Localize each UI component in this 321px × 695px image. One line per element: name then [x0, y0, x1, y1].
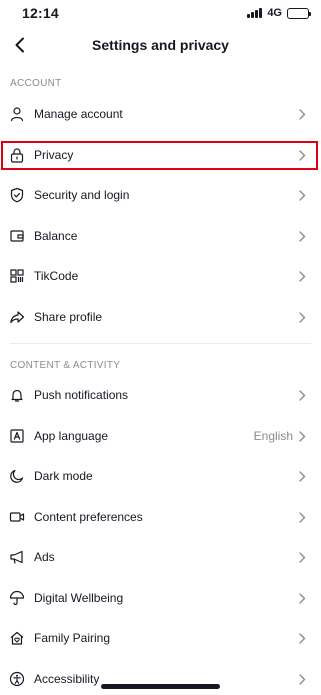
language-icon: [9, 428, 25, 444]
cellular-signal-icon: [247, 8, 263, 18]
chevron-right-icon: [297, 389, 307, 401]
wallet-icon: [9, 228, 25, 244]
settings-item-balance[interactable]: Balance: [0, 216, 321, 256]
settings-item-label: Dark mode: [34, 469, 93, 483]
settings-item-label: Balance: [34, 229, 78, 243]
settings-item-label: TikCode: [34, 269, 79, 283]
video-icon: [9, 509, 25, 525]
home-heart-icon: [9, 630, 25, 646]
chevron-right-icon: [297, 311, 307, 323]
accessibility-icon: [9, 671, 25, 687]
settings-item-content-preferences[interactable]: Content preferences: [0, 497, 321, 537]
section-divider: [10, 343, 311, 344]
chevron-right-icon: [297, 189, 307, 201]
network-type: 4G: [267, 7, 282, 19]
bell-icon: [9, 387, 25, 403]
status-indicators: 4G: [247, 7, 311, 19]
settings-item-share-profile[interactable]: Share profile: [0, 297, 321, 337]
chevron-right-icon: [297, 230, 307, 242]
settings-item-accessibility[interactable]: Accessibility: [0, 659, 321, 695]
chevron-right-icon: [297, 673, 307, 685]
share-icon: [9, 309, 25, 325]
status-bar: 12:14 4G: [0, 0, 321, 26]
settings-item-label: Manage account: [34, 107, 123, 121]
settings-item-label: Digital Wellbeing: [34, 591, 124, 605]
settings-item-label: Share profile: [34, 310, 103, 324]
nav-bar: Settings and privacy: [0, 26, 321, 64]
settings-item-family-pairing[interactable]: Family Pairing: [0, 618, 321, 658]
chevron-right-icon: [297, 632, 307, 644]
section-header-content-activity: CONTENT & ACTIVITY: [10, 360, 121, 371]
chevron-right-icon: [297, 470, 307, 482]
settings-item-label: App language: [34, 429, 109, 443]
app-language-value: English: [253, 429, 293, 443]
chevron-right-icon: [297, 551, 307, 563]
settings-item-manage-account[interactable]: Manage account: [0, 94, 321, 134]
settings-item-label: Family Pairing: [34, 631, 111, 645]
settings-item-label: Security and login: [34, 188, 130, 202]
qr-code-icon: [9, 268, 25, 284]
moon-icon: [9, 468, 25, 484]
chevron-right-icon: [297, 270, 307, 282]
settings-item-dark-mode[interactable]: Dark mode: [0, 456, 321, 496]
settings-item-push-notifications[interactable]: Push notifications: [0, 375, 321, 415]
settings-item-label: Push notifications: [34, 388, 129, 402]
chevron-right-icon: [297, 592, 307, 604]
megaphone-icon: [9, 549, 25, 565]
settings-item-ads[interactable]: Ads: [0, 537, 321, 577]
home-indicator: [101, 684, 220, 689]
settings-item-digital-wellbeing[interactable]: Digital Wellbeing: [0, 578, 321, 618]
settings-item-tikcode[interactable]: TikCode: [0, 256, 321, 296]
privacy-highlight-box: [1, 141, 318, 170]
battery-icon: [287, 7, 311, 19]
settings-item-security-and-login[interactable]: Security and login: [0, 175, 321, 215]
status-time: 12:14: [22, 5, 59, 21]
shield-icon: [9, 187, 25, 203]
settings-item-app-language[interactable]: App language English: [0, 416, 321, 456]
settings-item-label: Ads: [34, 550, 55, 564]
settings-item-label: Content preferences: [34, 510, 143, 524]
chevron-right-icon: [297, 511, 307, 523]
chevron-right-icon: [297, 430, 307, 442]
umbrella-icon: [9, 590, 25, 606]
settings-item-label: Accessibility: [34, 672, 100, 686]
person-icon: [9, 106, 25, 122]
page-title: Settings and privacy: [92, 37, 229, 53]
section-header-account: ACCOUNT: [10, 78, 62, 89]
chevron-right-icon: [297, 108, 307, 120]
